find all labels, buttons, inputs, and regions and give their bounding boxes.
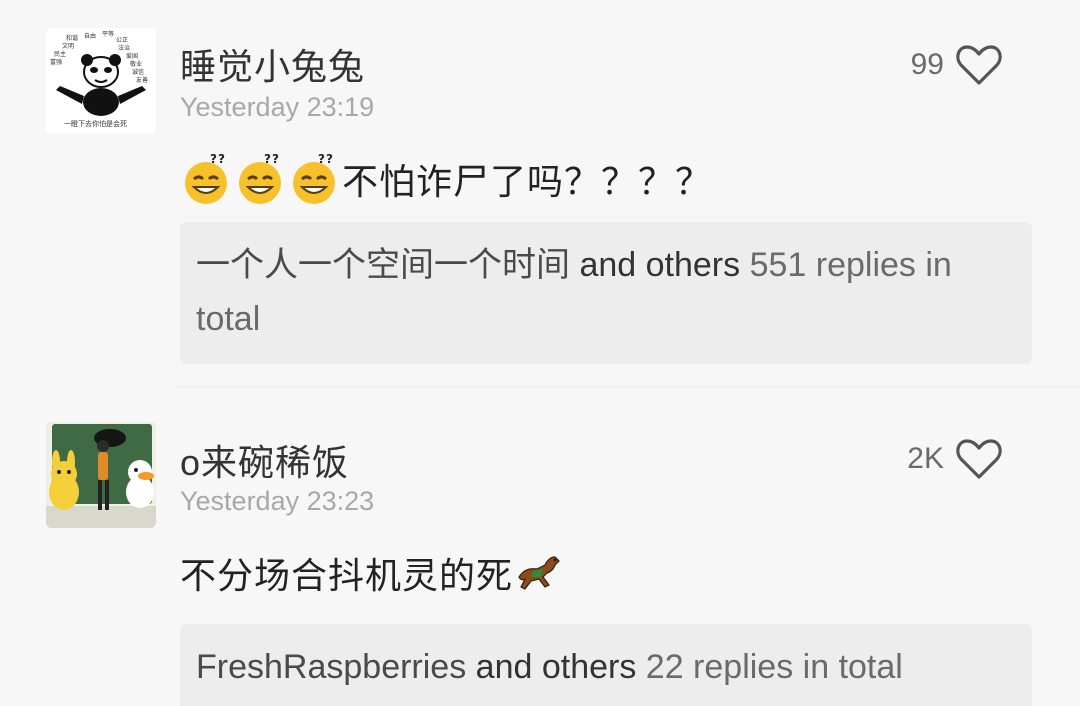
user-avatar[interactable]: 和谐 自由 平等 公正 文明 法治 民主 爱国 富强 敬业 诚信 友善 一瞪下去… [46,28,156,134]
replies-summary[interactable]: FreshRaspberries and others 22 replies i… [180,624,1032,706]
horse-emoji-icon [515,551,563,595]
avatar-word: 法治 [118,44,130,52]
svg-text:??: ?? [210,152,226,166]
avatar-word: 和谐 [66,34,78,42]
avatar-word: 友善 [136,76,148,84]
user-avatar[interactable] [46,422,156,528]
thinking-grin-emoji-icon: ?? [180,151,236,207]
reply-names: 一个人一个空间一个时间 [196,246,570,284]
svg-text:??: ?? [264,152,280,166]
like-button[interactable]: 99 [911,40,1002,90]
username[interactable]: o来碗稀饭 [180,434,349,486]
heart-icon[interactable] [956,438,1002,480]
thinking-grin-emoji-icon: ?? [288,151,344,207]
avatar-word: 平等 [102,30,114,38]
avatar-word: 文明 [62,42,74,50]
like-count: 2K [907,442,944,475]
comment-item: 和谐 自由 平等 公正 文明 法治 民主 爱国 富强 敬业 诚信 友善 一瞪下去… [0,0,1080,390]
comment-text-row: 不分场合抖机灵的死 [180,544,563,602]
avatar-word: 诚信 [132,68,144,76]
reply-connector: and others [579,246,741,284]
photo-avatar-icon [46,422,156,528]
avatar-word: 民主 [54,50,66,58]
avatar-word: 敬业 [130,60,142,68]
panda-meme-avatar-icon: 和谐 自由 平等 公正 文明 法治 民主 爱国 富强 敬业 诚信 友善 一瞪下去… [46,28,156,134]
avatar-caption: 一瞪下去你怕是会死 [64,119,127,128]
comment-item: o来碗稀饭 Yesterday 23:23 2K 不分场合抖机灵的死 Fresh… [0,392,1080,706]
reply-count: 22 replies in total [645,648,903,686]
avatar-word: 自由 [84,32,96,40]
comment-text: 不分场合抖机灵的死 [180,555,514,596]
reply-names: FreshRaspberries [196,648,467,686]
comment-text-row: ?? ?? ?? 不怕诈尸了吗？？？？ [180,150,712,208]
comment-divider [178,386,1080,390]
replies-summary[interactable]: 一个人一个空间一个时间 and others 551 replies in to… [180,222,1032,364]
timestamp: Yesterday 23:19 [180,92,375,122]
heart-icon[interactable] [956,44,1002,86]
comment-text: 不怕诈尸了吗？？？？ [342,161,713,202]
reply-connector: and others [475,648,637,686]
like-button[interactable]: 2K [907,434,1002,484]
comment-feed: 和谐 自由 平等 公正 文明 法治 民主 爱国 富强 敬业 诚信 友善 一瞪下去… [0,0,1080,706]
like-count: 99 [910,48,944,81]
avatar-word: 爱国 [126,52,138,60]
username[interactable]: 睡觉小兔兔 [180,38,365,90]
svg-text:??: ?? [318,152,334,166]
timestamp: Yesterday 23:23 [180,486,375,516]
avatar-word: 富强 [50,58,62,66]
thinking-grin-emoji-icon: ?? [234,151,290,207]
avatar-word: 公正 [116,37,128,44]
